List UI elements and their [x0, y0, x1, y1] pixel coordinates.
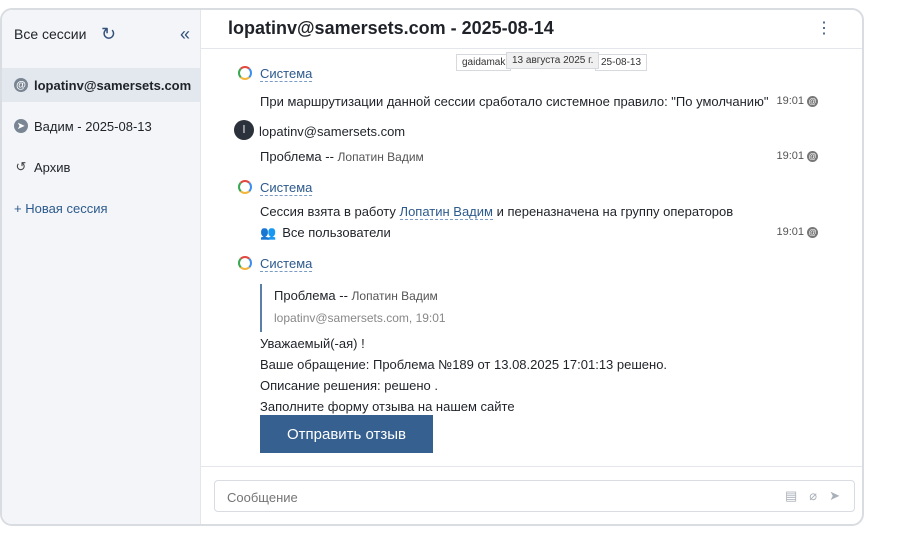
system-icon — [238, 180, 252, 194]
system-icon — [238, 66, 252, 80]
send-feedback-button[interactable]: Отправить отзыв — [260, 415, 433, 453]
operator-link[interactable]: Лопатин Вадим — [399, 204, 493, 220]
sidebar-item-session-telegram[interactable]: ➤ Вадим - 2025-08-13 — [2, 109, 200, 143]
sidebar-item-label: lopatinv@samersets.com — [34, 77, 192, 93]
at-icon: @ — [807, 150, 818, 162]
more-options-icon[interactable]: ⋮ — [816, 18, 832, 38]
sidebar: Все сессии ↻ « @ lopatinv@samersets.com … — [2, 10, 201, 524]
message-composer: ▤ ⌀ ➤ — [214, 480, 855, 512]
at-icon: @ — [807, 95, 818, 107]
app-window: Все сессии ↻ « @ lopatinv@samersets.com … — [0, 8, 864, 526]
system-icon — [238, 256, 252, 270]
telegram-icon: ➤ — [14, 119, 28, 133]
chat-panel: lopatinv@samersets.com - 2025-08-14 ⋮ ga… — [201, 10, 862, 524]
sidebar-item-label: Вадим - 2025-08-13 — [34, 118, 152, 134]
quoted-message: Проблема -- Лопатин Вадим lopatinv@samer… — [260, 284, 520, 332]
message-line: Описание решения: решено . — [260, 378, 439, 393]
sidebar-item-label: + Новая сессия — [14, 200, 108, 216]
tooltip-user: gaidamak — [456, 54, 512, 71]
collapse-sidebar-icon[interactable]: « — [180, 24, 190, 45]
divider — [201, 466, 862, 467]
quote-title: Проблема -- Лопатин Вадим — [274, 288, 438, 303]
tooltip-date-short: 25-08-13 — [595, 54, 648, 71]
users-icon: 👥 — [260, 225, 277, 240]
at-icon: @ — [14, 78, 28, 92]
message-text: Сессия взята в работу Лопатин Вадим и пе… — [260, 204, 734, 220]
chat-user: lopatinv@samersets.com — [228, 18, 446, 38]
message-text: При маршрутизации данной сессии сработал… — [260, 94, 769, 109]
group-label: 👥 Все пользователи — [260, 225, 391, 240]
message-input[interactable] — [225, 489, 729, 506]
message-time: 19:01 @ — [776, 150, 818, 162]
sessions-title: Все сессии — [14, 26, 87, 42]
message-sender[interactable]: Система — [260, 180, 313, 196]
message-time: 19:01 @ — [776, 226, 818, 238]
chat-header: lopatinv@samersets.com - 2025-08-14 ⋮ — [201, 10, 862, 49]
composer-icons: ▤ ⌀ ➤ — [785, 488, 840, 504]
message-sender: lopatinv@samersets.com — [259, 124, 406, 139]
message-text: Проблема -- Лопатин Вадим — [260, 149, 424, 164]
sidebar-item-archive[interactable]: ↺ Архив — [2, 150, 200, 184]
tooltip-date: 13 августа 2025 г. — [506, 52, 600, 69]
template-icon[interactable]: ▤ — [785, 488, 797, 504]
message-sender[interactable]: Система — [260, 66, 313, 82]
send-icon[interactable]: ➤ — [829, 488, 840, 504]
message-line: Уважаемый(-ая) ! — [260, 336, 365, 351]
message-line: Заполните форму отзыва на нашем сайте — [260, 399, 515, 414]
attach-icon[interactable]: ⌀ — [809, 488, 817, 504]
new-session-button[interactable]: + Новая сессия — [2, 191, 200, 225]
refresh-icon[interactable]: ↻ — [101, 24, 116, 45]
chat-title: lopatinv@samersets.com - 2025-08-14 — [228, 18, 554, 39]
at-icon: @ — [807, 226, 818, 238]
quote-meta: lopatinv@samersets.com, 19:01 — [274, 311, 446, 325]
message-line: Ваше обращение: Проблема №189 от 13.08.2… — [260, 357, 668, 372]
history-icon: ↺ — [15, 159, 27, 174]
avatar: l — [234, 120, 254, 140]
sidebar-item-label: Архив — [34, 159, 71, 175]
chat-date: - 2025-08-14 — [445, 18, 554, 38]
sidebar-item-session-email[interactable]: @ lopatinv@samersets.com — [2, 68, 200, 102]
message-time: 19:01 @ — [776, 95, 818, 107]
message-sender[interactable]: Система — [260, 256, 313, 272]
